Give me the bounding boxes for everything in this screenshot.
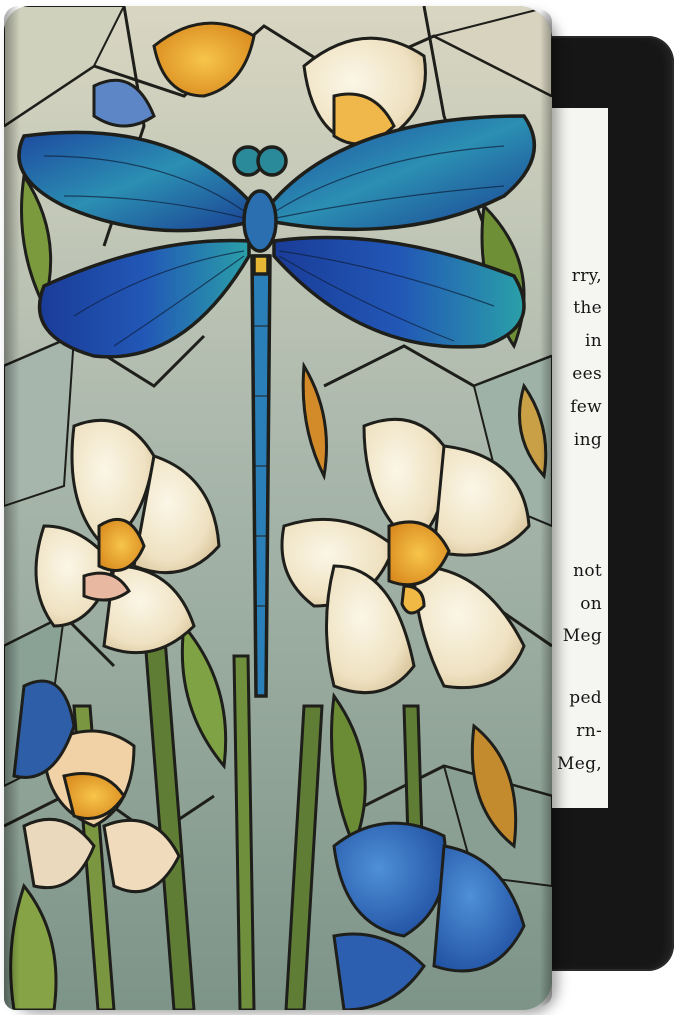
reader-text-line: on: [580, 594, 602, 614]
reader-text-line: not: [573, 561, 602, 581]
dragonfly-eye-right: [256, 145, 288, 177]
dragonfly-abdomen: [250, 254, 272, 698]
cover-edge-shade: [540, 10, 552, 1006]
stained-glass-artwork: [4, 6, 552, 1010]
cover-spine: [4, 6, 20, 1010]
reader-text-line: few: [570, 397, 602, 417]
reader-text-line: ing: [573, 430, 602, 450]
reader-text-line: Meg: [562, 626, 602, 646]
reader-text-line: ped: [569, 688, 602, 708]
folio-cover[interactable]: [4, 6, 552, 1010]
reader-text-line: rn-: [576, 721, 602, 741]
reader-text-line: ees: [572, 364, 602, 384]
reader-text-line: rry,: [571, 266, 602, 286]
dragonfly-thorax: [242, 189, 278, 253]
reader-text-line: the: [573, 298, 602, 318]
reader-text-line: Meg,: [557, 754, 602, 774]
reader-text-line: in: [585, 331, 602, 351]
